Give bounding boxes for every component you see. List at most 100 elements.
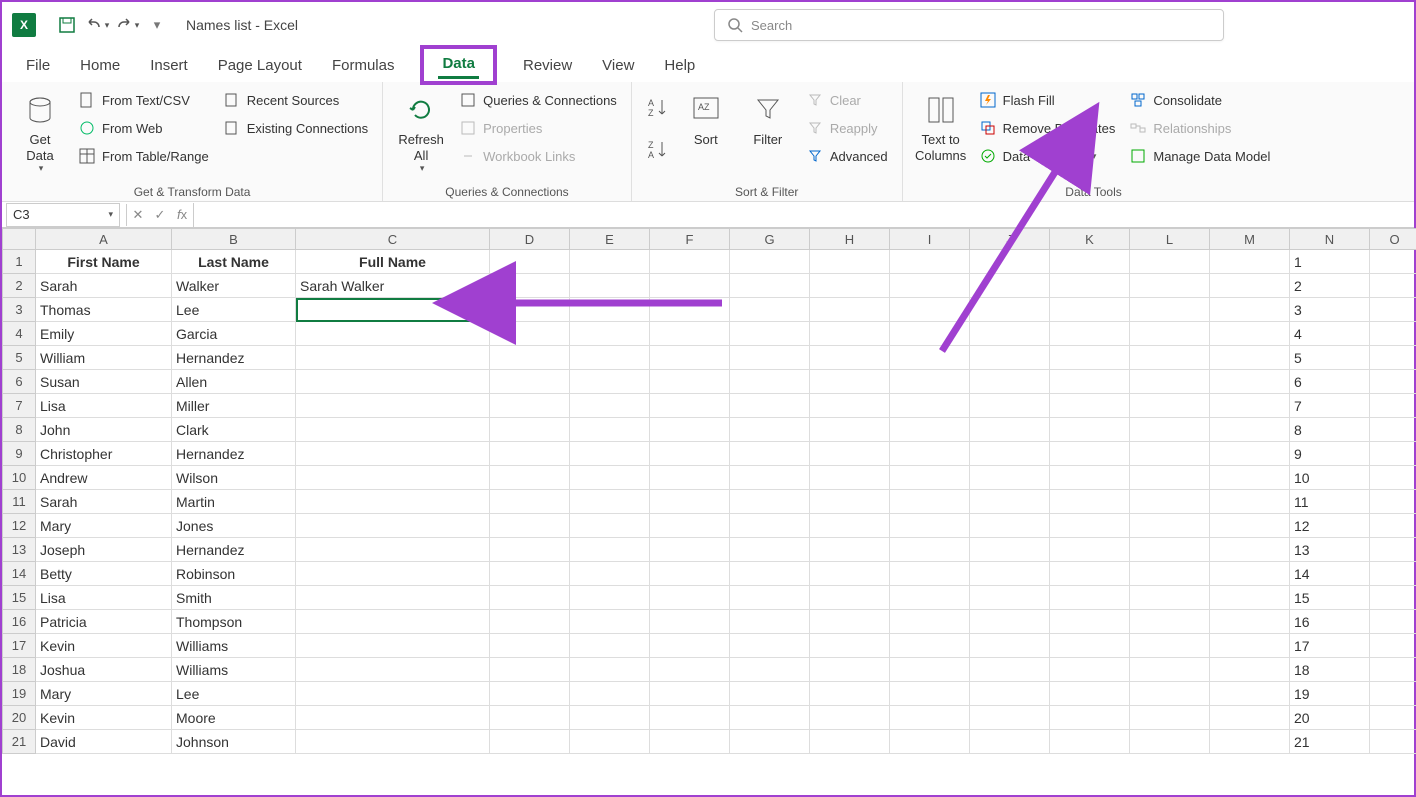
cell[interactable] [570, 322, 650, 346]
cell[interactable] [1210, 442, 1290, 466]
cell[interactable] [970, 418, 1050, 442]
cell[interactable] [1130, 562, 1210, 586]
cell[interactable] [1370, 706, 1416, 730]
cell[interactable] [1050, 370, 1130, 394]
cell[interactable]: Jones [172, 514, 296, 538]
cell[interactable] [490, 322, 570, 346]
cell[interactable] [1050, 514, 1130, 538]
cell[interactable] [1210, 586, 1290, 610]
cell[interactable] [730, 562, 810, 586]
cell[interactable] [1130, 322, 1210, 346]
row-header[interactable]: 3 [2, 298, 36, 322]
cell[interactable] [970, 682, 1050, 706]
cell[interactable] [970, 514, 1050, 538]
cell[interactable]: Clark [172, 418, 296, 442]
cell[interactable] [570, 730, 650, 754]
cell[interactable] [1210, 274, 1290, 298]
row-header[interactable]: 6 [2, 370, 36, 394]
cell[interactable] [810, 706, 890, 730]
cell[interactable] [1370, 586, 1416, 610]
cell[interactable] [296, 394, 490, 418]
enter-formula-button[interactable]: ✓ [149, 204, 171, 226]
row-header[interactable]: 1 [2, 250, 36, 274]
cell[interactable] [1210, 634, 1290, 658]
cell[interactable]: 13 [1290, 538, 1370, 562]
cell[interactable] [490, 706, 570, 730]
cell[interactable] [1370, 682, 1416, 706]
cell[interactable] [810, 658, 890, 682]
cell[interactable] [1370, 466, 1416, 490]
cell[interactable] [1050, 322, 1130, 346]
cell[interactable] [810, 346, 890, 370]
existing-connections-button[interactable]: Existing Connections [219, 114, 372, 142]
cell[interactable] [1050, 490, 1130, 514]
cell[interactable] [970, 562, 1050, 586]
cell[interactable]: Hernandez [172, 442, 296, 466]
cell[interactable] [296, 538, 490, 562]
cell[interactable] [890, 514, 970, 538]
undo-button[interactable]: ▾ [82, 10, 112, 40]
cell[interactable] [970, 370, 1050, 394]
cell[interactable] [1210, 538, 1290, 562]
cell[interactable] [890, 298, 970, 322]
cell[interactable] [890, 634, 970, 658]
cell[interactable] [1050, 586, 1130, 610]
cell[interactable] [1130, 298, 1210, 322]
cell[interactable]: 15 [1290, 586, 1370, 610]
cell[interactable] [1210, 682, 1290, 706]
cell[interactable] [970, 346, 1050, 370]
cell[interactable] [490, 442, 570, 466]
cell[interactable] [890, 682, 970, 706]
cell[interactable] [730, 370, 810, 394]
cell[interactable] [296, 634, 490, 658]
cell[interactable] [970, 538, 1050, 562]
cell[interactable] [1130, 610, 1210, 634]
cell[interactable] [1370, 538, 1416, 562]
col-header-H[interactable]: H [810, 228, 890, 250]
col-header-F[interactable]: F [650, 228, 730, 250]
cell[interactable]: 19 [1290, 682, 1370, 706]
cell[interactable] [890, 610, 970, 634]
cell[interactable] [1050, 466, 1130, 490]
consolidate-button[interactable]: Consolidate [1125, 86, 1274, 114]
qat-customize[interactable]: ▾ [142, 10, 172, 40]
cell[interactable] [1370, 514, 1416, 538]
cell[interactable] [570, 418, 650, 442]
cell[interactable] [890, 322, 970, 346]
cell[interactable] [650, 658, 730, 682]
cell[interactable] [1210, 250, 1290, 274]
cell[interactable] [650, 610, 730, 634]
cell[interactable]: 4 [1290, 322, 1370, 346]
cell[interactable] [650, 322, 730, 346]
cell[interactable] [296, 706, 490, 730]
cell[interactable] [1130, 274, 1210, 298]
cell[interactable] [1210, 346, 1290, 370]
cell[interactable] [970, 490, 1050, 514]
cell[interactable] [490, 370, 570, 394]
cell[interactable] [650, 418, 730, 442]
cell[interactable] [296, 730, 490, 754]
cell[interactable]: Kevin [36, 634, 172, 658]
cell[interactable] [730, 538, 810, 562]
cell[interactable] [570, 634, 650, 658]
row-header[interactable]: 16 [2, 610, 36, 634]
cell[interactable] [570, 586, 650, 610]
cell[interactable]: 10 [1290, 466, 1370, 490]
cell[interactable] [1050, 658, 1130, 682]
search-box[interactable]: Search [714, 9, 1224, 41]
flash-fill-button[interactable]: Flash Fill [975, 86, 1120, 114]
cell[interactable] [1130, 490, 1210, 514]
row-header[interactable]: 9 [2, 442, 36, 466]
cell[interactable] [1210, 730, 1290, 754]
cell[interactable] [1130, 346, 1210, 370]
reapply-button[interactable]: Reapply [802, 114, 892, 142]
cell[interactable] [730, 442, 810, 466]
col-header-I[interactable]: I [890, 228, 970, 250]
cell[interactable] [1210, 562, 1290, 586]
cell[interactable]: Last Name [172, 250, 296, 274]
cell[interactable] [1210, 370, 1290, 394]
cell[interactable]: Miller [172, 394, 296, 418]
cell[interactable] [1210, 394, 1290, 418]
cell[interactable] [1130, 466, 1210, 490]
cell[interactable] [810, 322, 890, 346]
